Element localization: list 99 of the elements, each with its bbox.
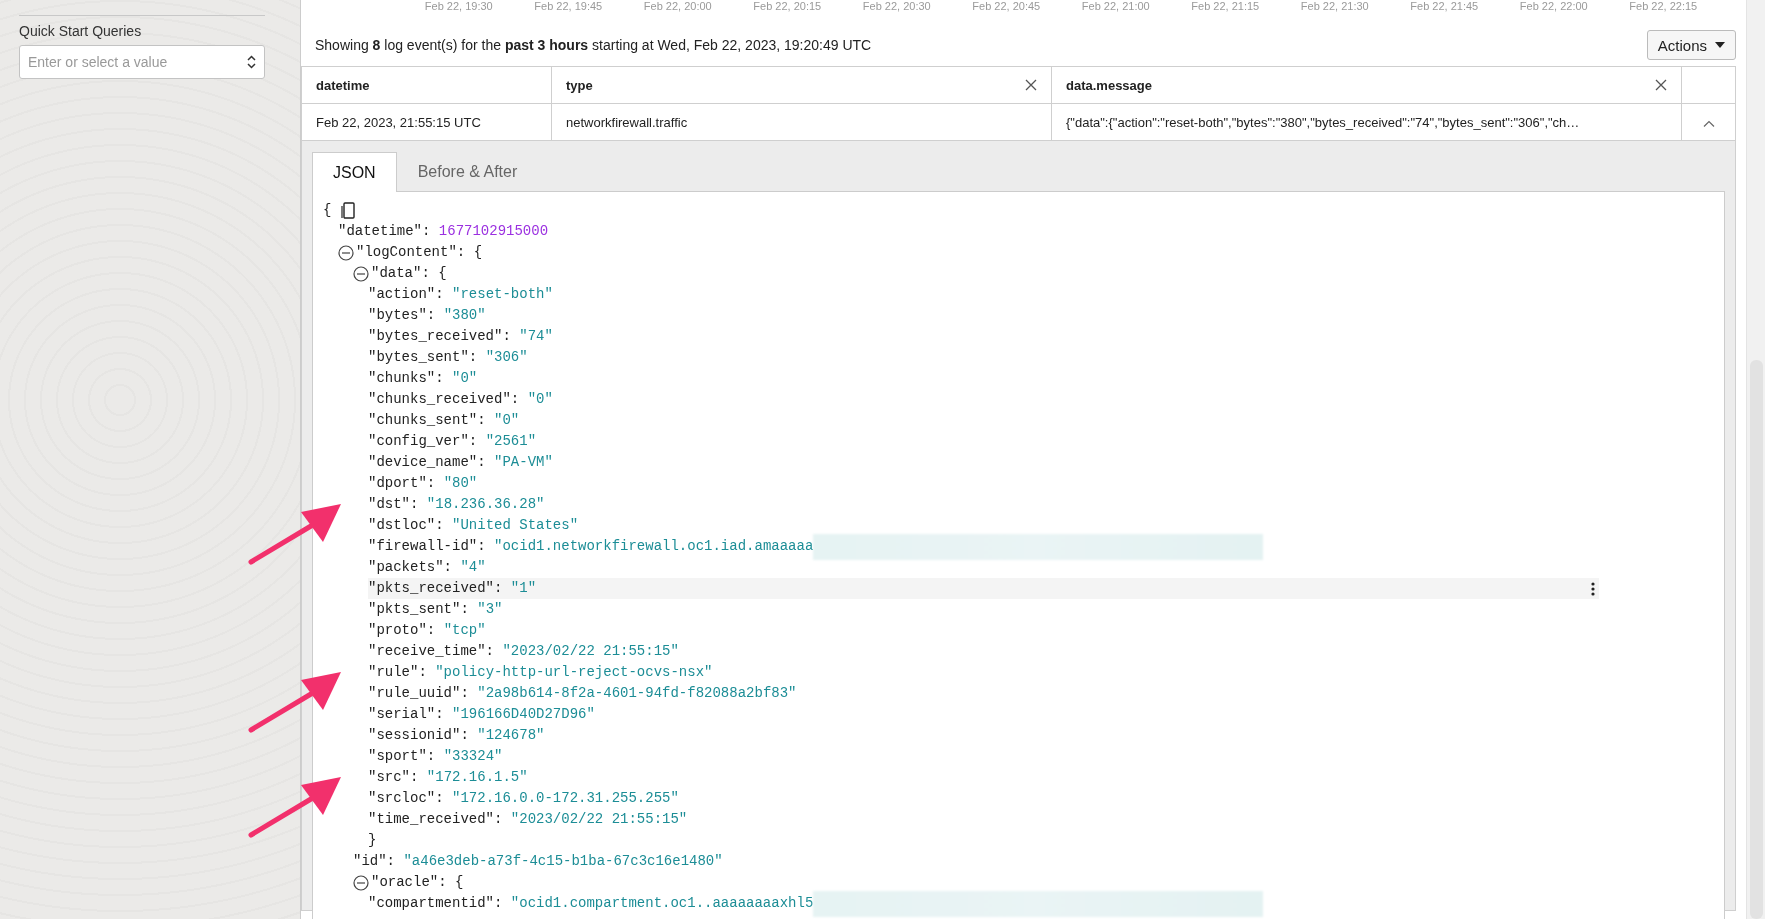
json-key: "pkts_sent": (368, 599, 469, 620)
json-string: "2561" (485, 432, 537, 451)
collapse-icon[interactable] (353, 265, 369, 282)
json-string: "2023/02/22 21:55:15" (510, 810, 688, 829)
json-key: "device_name": (368, 452, 486, 473)
column-header[interactable]: datetime (301, 66, 552, 104)
json-key: "dst": (368, 494, 419, 515)
axis-tick-label: Feb 22, 20:15 (752, 0, 823, 13)
table-cell: networkfirewall.traffic (551, 103, 1052, 141)
json-string: "18.236.36.28" (426, 495, 545, 514)
json-string: "3" (477, 600, 503, 619)
json-key: "rule": (368, 662, 427, 683)
json-string: "PA-VM" (494, 453, 553, 472)
axis-tick-label: Feb 22, 19:30 (423, 0, 494, 13)
json-key: "rule_uuid": (368, 683, 469, 704)
json-string: "2a98b614-8f2a-4601-94fd-f82088a2bf83" (477, 684, 797, 703)
axis-tick-label: Feb 22, 22:15 (1628, 0, 1699, 13)
json-key: "srcloc": (368, 788, 444, 809)
json-string: "ocid1.networkfirewall.oc1.iad.amaaaaa (494, 537, 814, 556)
json-string: "33324" (443, 747, 503, 766)
json-string: "tcp" (443, 621, 486, 640)
tab[interactable]: Before & After (396, 151, 539, 191)
json-string: "80" (443, 474, 478, 493)
json-key: "pkts_received": (368, 578, 503, 599)
collapse-icon[interactable] (338, 244, 354, 261)
axis-tick-label: Feb 22, 21:15 (1190, 0, 1261, 13)
json-string: "United States" (452, 516, 579, 535)
json-string: "reset-both" (452, 285, 553, 304)
json-string: "1" (510, 579, 537, 598)
kebab-menu-icon[interactable] (1591, 582, 1595, 596)
json-string: "a46e3deb-a73f-4c15-b1ba-67c3c16e1480" (403, 852, 723, 871)
json-key: "packets": (368, 557, 452, 578)
json-key: "dport": (368, 473, 436, 494)
json-key: "chunks_sent": (368, 410, 486, 431)
json-key: "action": (368, 284, 444, 305)
json-brace: } (368, 831, 377, 850)
json-string: "380" (443, 306, 486, 325)
json-key: "bytes_received": (368, 326, 511, 347)
column-header[interactable]: type (551, 66, 1052, 104)
json-key: "firewall-id": (368, 536, 486, 557)
axis-tick-label: Feb 22, 21:45 (1409, 0, 1480, 13)
caret-up-icon[interactable] (1702, 119, 1715, 127)
json-string: "172.16.0.0-172.31.255.255" (452, 789, 679, 808)
json-key: "id": (353, 851, 395, 872)
json-string: "124678" (477, 726, 545, 745)
json-brace: { (323, 201, 332, 220)
json-key: "bytes_sent": (368, 347, 478, 368)
actions-button[interactable]: Actions (1646, 30, 1736, 60)
json-key: "sessionid": (368, 725, 469, 746)
json-string: "ocid1.compartment.oc1..aaaaaaaaxhl5 (510, 894, 814, 913)
json-key: "compartmentid": (368, 893, 503, 914)
json-key: "serial": (368, 704, 444, 725)
collapse-icon[interactable] (353, 874, 369, 891)
axis-tick-label: Feb 22, 19:45 (533, 0, 604, 13)
json-key: "time_received": (368, 809, 503, 830)
table-cell: {"data":{"action":"reset-both","bytes":"380","bytes_received":"74","bytes_sent":"306","ch… (1051, 103, 1682, 141)
caret-down-icon (1715, 42, 1725, 48)
axis-tick-label: Feb 22, 21:00 (1080, 0, 1151, 13)
json-key: "logContent": (356, 242, 466, 263)
json-key: "datetime": (338, 221, 431, 242)
axis-tick-label: Feb 22, 22:00 (1518, 0, 1589, 13)
json-brace: { (473, 243, 483, 262)
json-key: "src": (368, 767, 419, 788)
json-string: "0" (452, 369, 478, 388)
json-string: "policy-http-url-reject-ocvs-nsx" (435, 663, 713, 682)
json-string: "172.16.1.5" (426, 768, 528, 787)
json-brace: { (438, 264, 447, 283)
up-down-chevron-icon (247, 55, 256, 69)
json-string: "196166D40D27D96" (452, 705, 595, 724)
json-string: "2023/02/22 21:55:15" (502, 642, 679, 661)
axis-tick-label: Feb 22, 21:30 (1299, 0, 1370, 13)
close-icon[interactable] (1025, 79, 1037, 91)
json-string: "306" (485, 348, 528, 367)
table-cell: Feb 22, 2023, 21:55:15 UTC (301, 103, 552, 141)
column-header[interactable]: data.message (1051, 66, 1682, 104)
json-key: "receive_time": (368, 641, 495, 662)
axis-tick-label: Feb 22, 20:30 (861, 0, 932, 13)
field-label: Quick Start Queries (19, 23, 142, 39)
copy-icon[interactable] (341, 202, 356, 219)
json-number: 1677102915000 (438, 222, 549, 241)
json-key: "proto": (368, 620, 436, 641)
json-string: "0" (527, 390, 553, 409)
json-brace: { (455, 873, 464, 892)
json-key: "config_ver": (368, 431, 478, 452)
json-key: "chunks_received": (368, 389, 520, 410)
json-string: "74" (519, 327, 553, 346)
json-key: "data": (371, 263, 430, 284)
json-key: "dstloc": (368, 515, 444, 536)
tab[interactable]: JSON (312, 152, 397, 192)
json-key: "sport": (368, 746, 436, 767)
json-key: "chunks": (368, 368, 444, 389)
axis-tick-label: Feb 22, 20:00 (642, 0, 713, 13)
close-icon[interactable] (1655, 79, 1667, 91)
json-key: "oracle": (371, 872, 447, 893)
results-summary: Showing 8 log event(s) for the past 3 hours starting at Wed, Feb 22, 2023, 19:20:49 UTC (315, 37, 872, 53)
json-string: "4" (460, 558, 486, 577)
axis-tick-label: Feb 22, 20:45 (971, 0, 1042, 13)
json-key: "bytes": (368, 305, 436, 326)
json-string: "0" (494, 411, 520, 430)
